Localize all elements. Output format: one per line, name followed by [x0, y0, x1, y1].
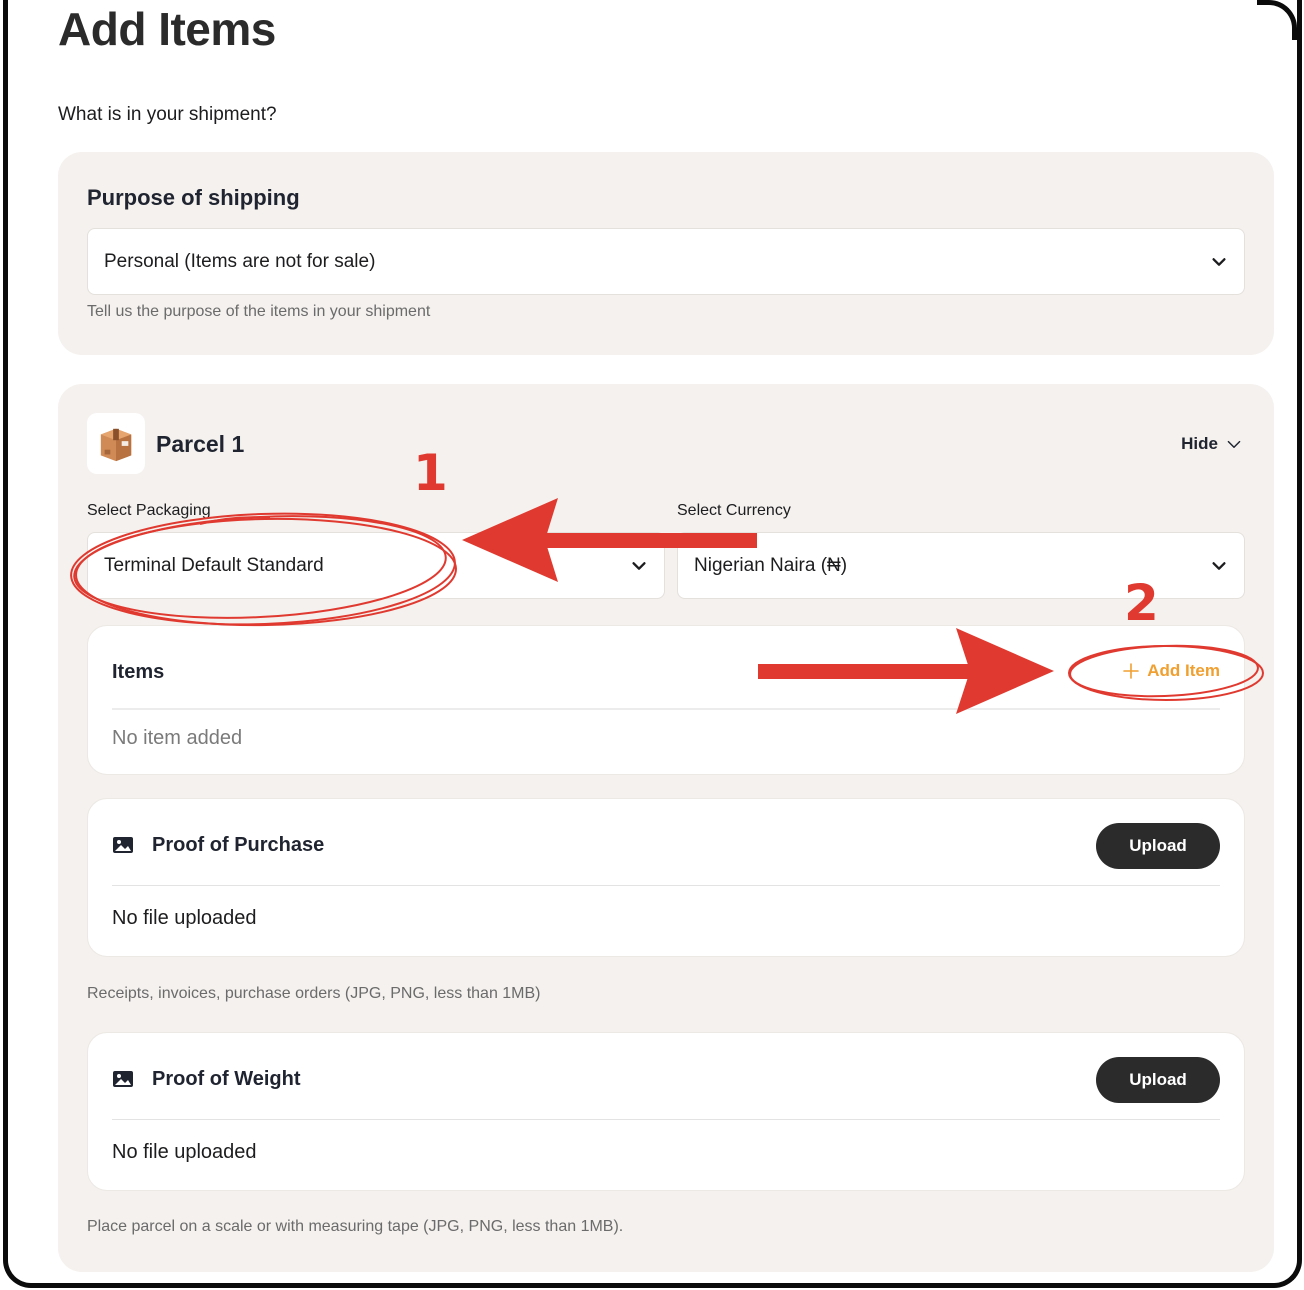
parcel-card: Parcel 1 Hide Select Packaging Terminal …	[58, 384, 1274, 1272]
packaging-select[interactable]: Terminal Default Standard	[87, 532, 665, 599]
plus-icon	[1123, 663, 1140, 679]
chevron-down-icon	[632, 561, 646, 570]
upload-purchase-button[interactable]: Upload	[1096, 823, 1220, 869]
purpose-select-value: Personal (Items are not for sale)	[104, 250, 376, 272]
page-subtitle: What is in your shipment?	[58, 104, 277, 125]
add-item-label: Add Item	[1147, 661, 1220, 680]
frame-corner	[1257, 0, 1297, 40]
currency-select[interactable]: Nigerian Naira (₦)	[677, 532, 1245, 599]
divider	[112, 1119, 1220, 1120]
divider	[112, 708, 1220, 710]
proof-purchase-status: No file uploaded	[112, 907, 257, 929]
annotation-number-1: 1	[413, 444, 448, 502]
add-item-button[interactable]: Add Item	[1123, 661, 1220, 681]
parcel-box-icon	[87, 413, 145, 474]
items-card: Items Add Item No item added	[87, 625, 1245, 775]
items-title: Items	[112, 661, 165, 683]
packaging-select-value: Terminal Default Standard	[104, 554, 324, 576]
screenshot-frame: Add Items What is in your shipment? Purp…	[3, 0, 1302, 1288]
proof-purchase-card: Proof of Purchase Upload No file uploade…	[87, 798, 1245, 957]
divider	[112, 885, 1220, 886]
purpose-help: Tell us the purpose of the items in your…	[87, 303, 431, 320]
annotation-number-2: 2	[1124, 574, 1159, 632]
currency-label: Select Currency	[677, 502, 791, 519]
upload-weight-button[interactable]: Upload	[1096, 1057, 1220, 1103]
purpose-label: Purpose of shipping	[87, 185, 300, 210]
chevron-down-icon	[1212, 561, 1226, 570]
proof-weight-card: Proof of Weight Upload No file uploaded	[87, 1032, 1245, 1191]
packaging-label: Select Packaging	[87, 502, 211, 519]
parcel-title: Parcel 1	[156, 431, 245, 457]
items-empty-text: No item added	[112, 727, 243, 749]
image-icon	[113, 837, 133, 853]
hide-toggle[interactable]: Hide	[1181, 434, 1242, 454]
hide-label: Hide	[1181, 434, 1218, 453]
purpose-card: Purpose of shipping Personal (Items are …	[58, 152, 1274, 355]
chevron-down-icon	[1227, 440, 1241, 448]
proof-weight-title: Proof of Weight	[152, 1068, 301, 1090]
proof-purchase-title: Proof of Purchase	[152, 834, 325, 856]
purpose-select[interactable]: Personal (Items are not for sale)	[87, 228, 1245, 295]
proof-purchase-help: Receipts, invoices, purchase orders (JPG…	[87, 985, 541, 1002]
chevron-down-icon	[1212, 257, 1226, 266]
proof-weight-status: No file uploaded	[112, 1141, 257, 1163]
page-title: Add Items	[58, 3, 276, 55]
proof-weight-help: Place parcel on a scale or with measurin…	[87, 1218, 624, 1235]
image-icon	[113, 1071, 133, 1087]
currency-select-value: Nigerian Naira (₦)	[694, 554, 848, 576]
